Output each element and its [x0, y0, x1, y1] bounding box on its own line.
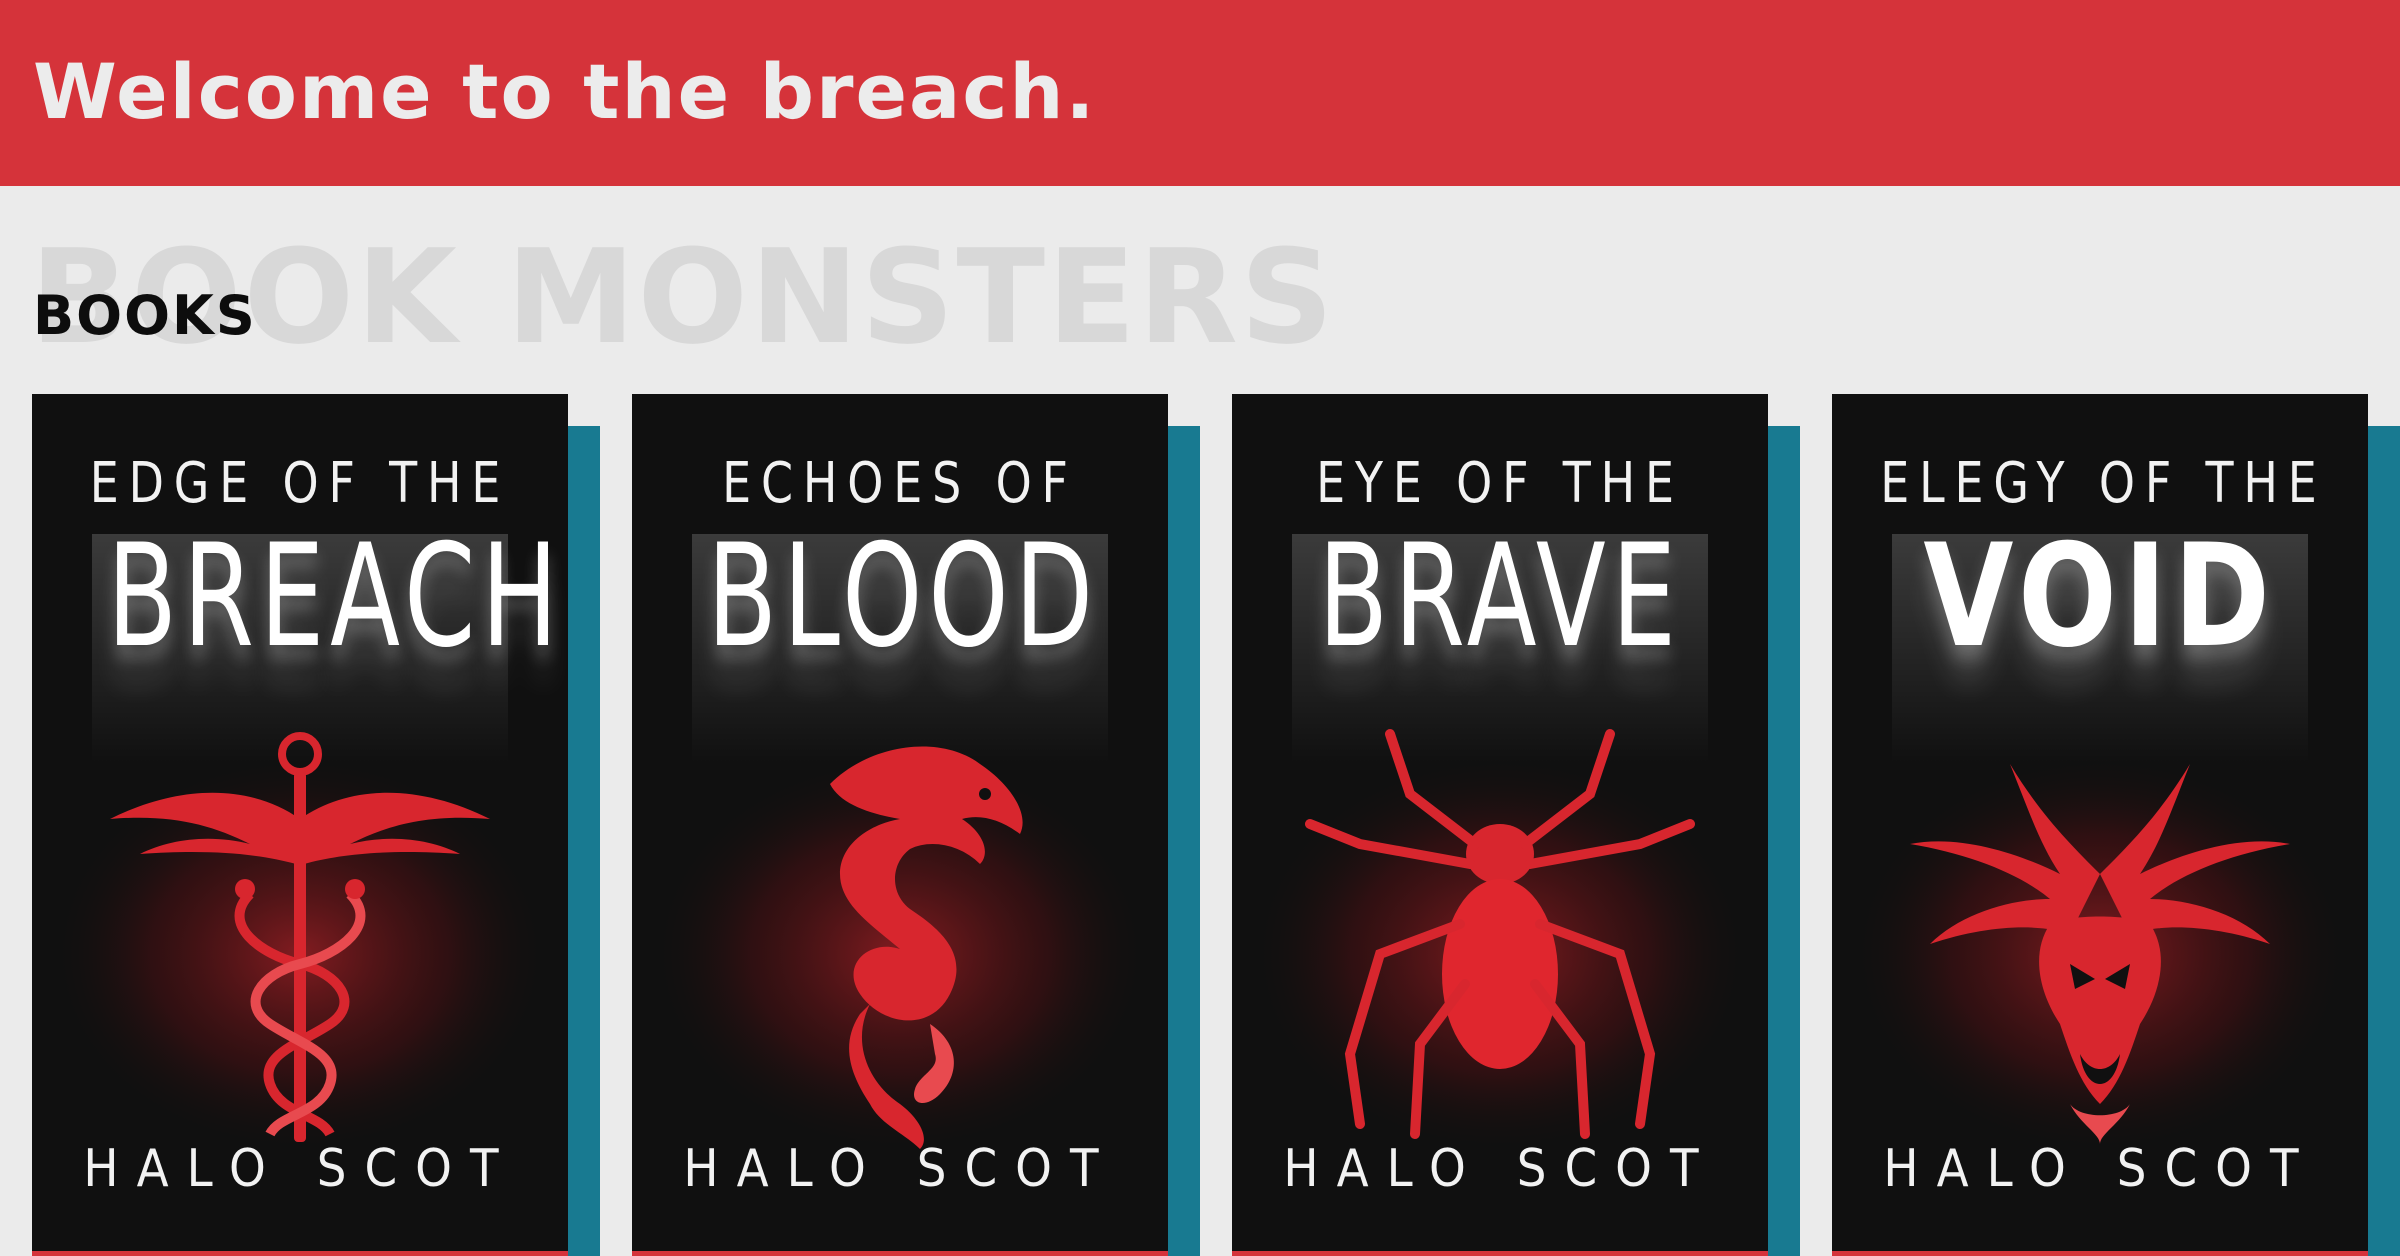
- book-card-edge-of-the-breach[interactable]: EDGE OF THE BREACH HALO SCOT: [32, 394, 600, 1256]
- book-card-elegy-of-the-void[interactable]: ELEGY OF THE VOID HALO SCOT: [1832, 394, 2400, 1256]
- cover-author: HALO SCOT: [1883, 1139, 2317, 1199]
- cover-author: HALO SCOT: [83, 1139, 517, 1199]
- caduceus-icon: [110, 732, 490, 1142]
- book-card-echoes-of-blood[interactable]: ECHOES OF BLOOD HALO SCOT: [632, 394, 1200, 1256]
- books-section-heading: BOOKS: [33, 284, 257, 347]
- cover-author: HALO SCOT: [683, 1139, 1117, 1199]
- book-cover[interactable]: EDGE OF THE BREACH HALO SCOT: [32, 394, 568, 1256]
- cover-title-line2: VOID: [1923, 514, 2277, 679]
- book-cover[interactable]: ECHOES OF BLOOD HALO SCOT: [632, 394, 1168, 1256]
- dragon-head-icon: [1910, 764, 2290, 1144]
- header-banner: Welcome to the breach.: [0, 0, 2400, 186]
- cover-title-line2: BRAVE: [1318, 514, 1682, 679]
- book-cover[interactable]: ELEGY OF THE VOID HALO SCOT: [1832, 394, 2368, 1256]
- welcome-heading: Welcome to the breach.: [33, 47, 1097, 136]
- cover-title-line2: BREACH: [107, 514, 564, 679]
- cover-title-line2: BLOOD: [707, 514, 1099, 679]
- cover-author: HALO SCOT: [1283, 1139, 1717, 1199]
- spider-icon: [1305, 729, 1695, 1139]
- book-cover[interactable]: EYE OF THE BRAVE HALO SCOT: [1232, 394, 1768, 1256]
- book-card-eye-of-the-brave[interactable]: EYE OF THE BRAVE HALO SCOT: [1232, 394, 1800, 1256]
- dragon-icon: [830, 746, 1023, 1149]
